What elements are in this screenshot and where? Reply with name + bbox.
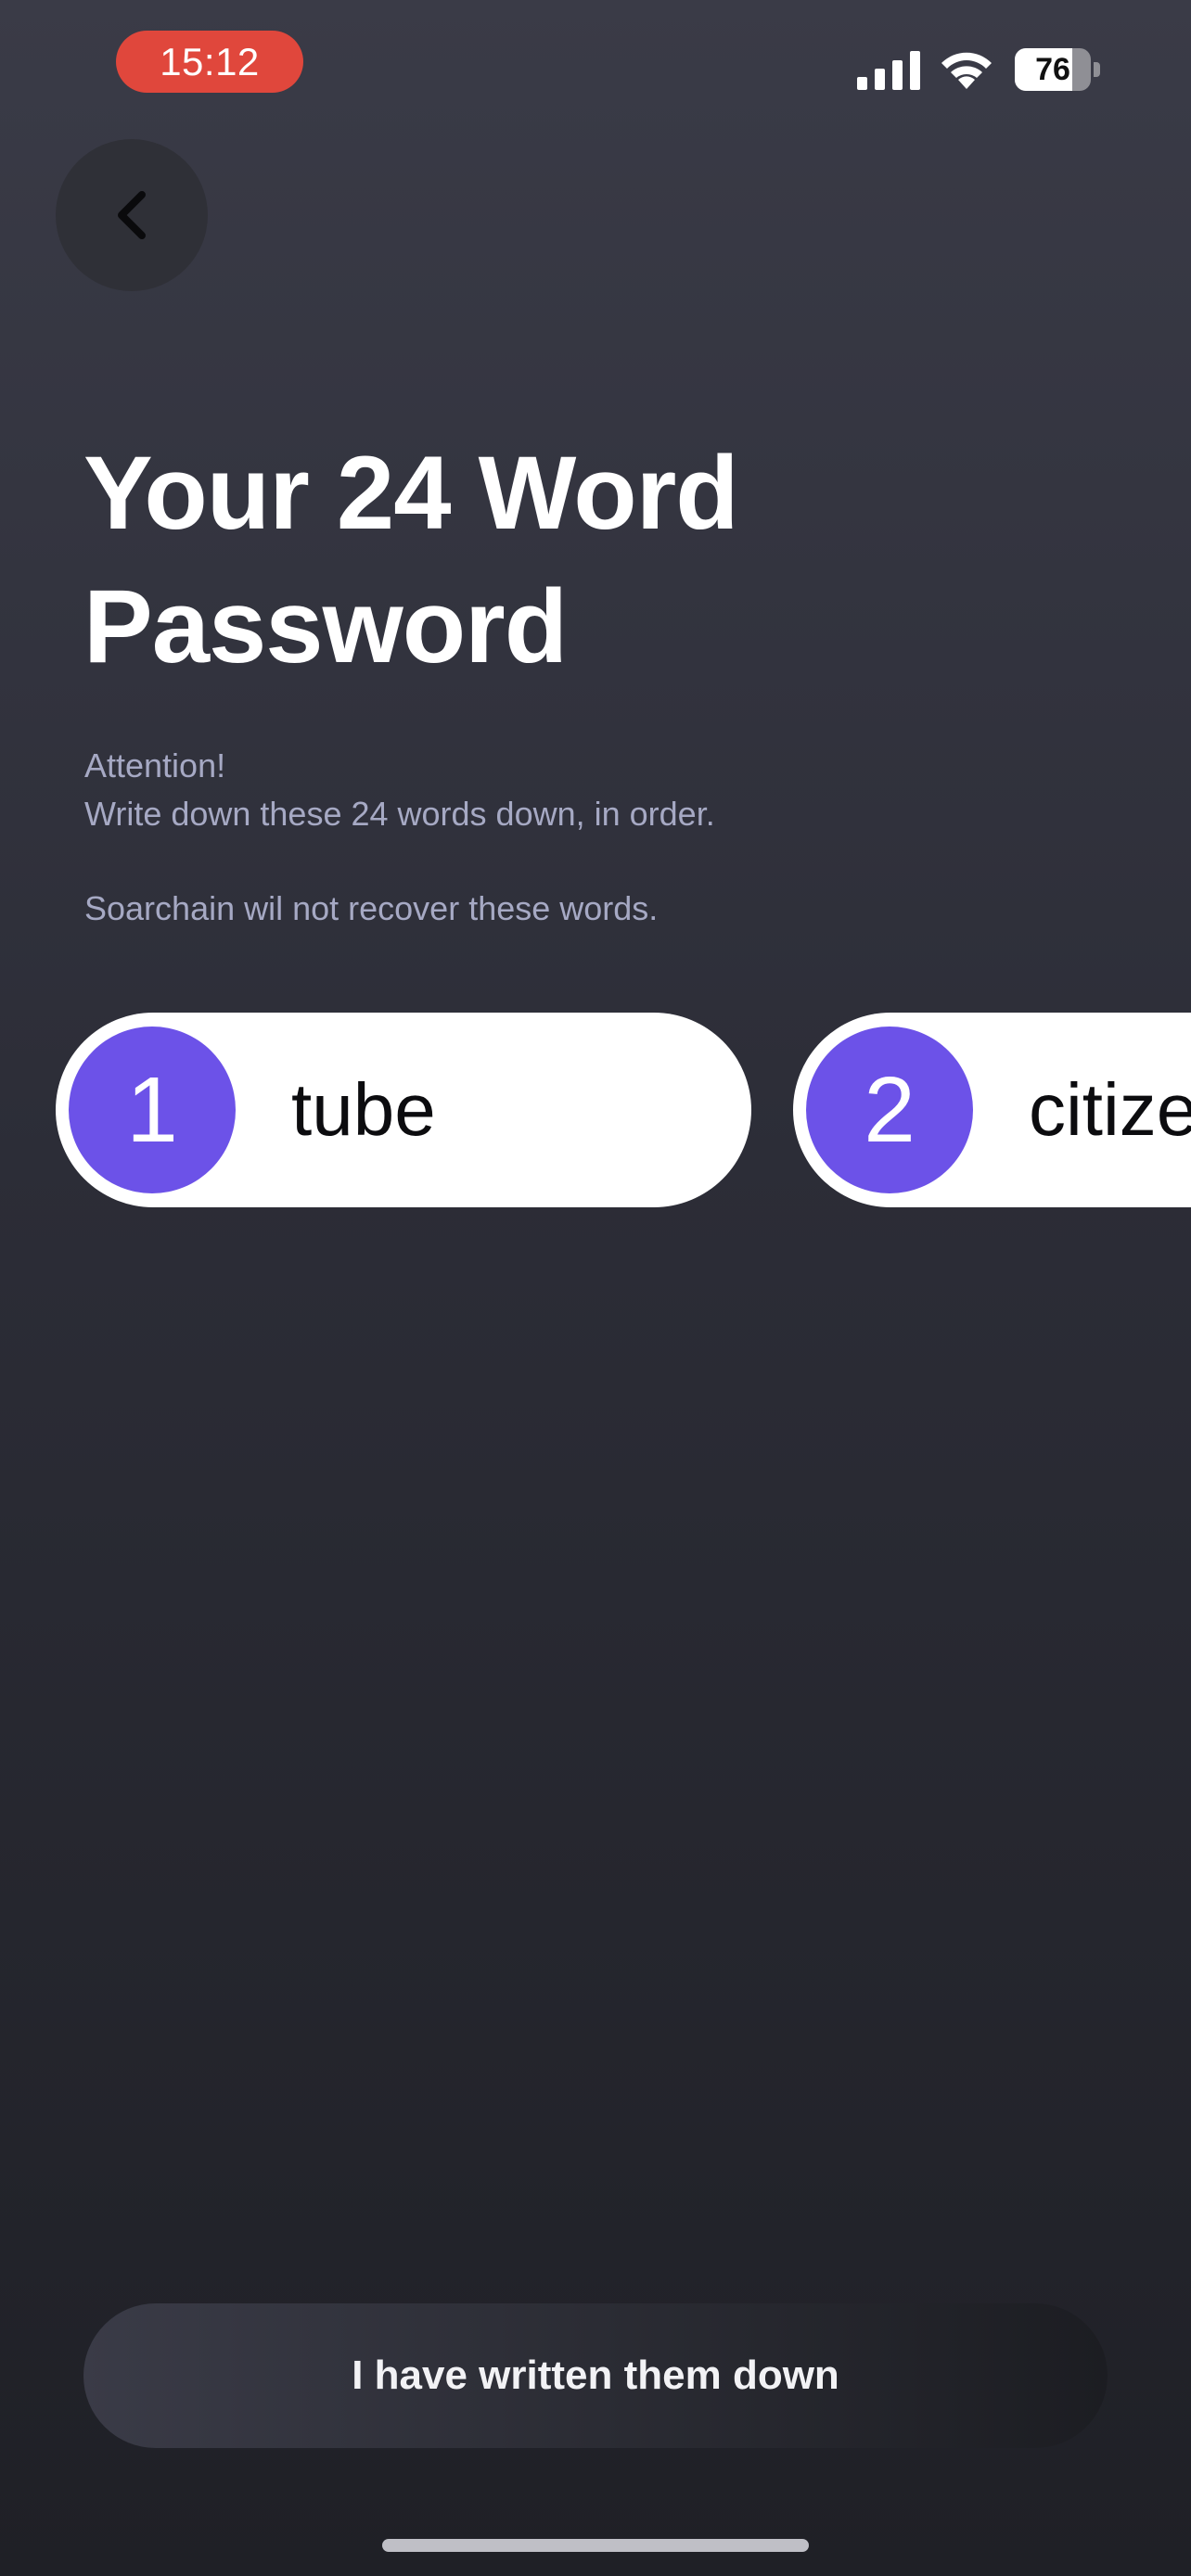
instruction-text: Write down these 24 words down, in order… [84, 795, 715, 833]
page-title: Your 24 Word Password [83, 427, 1104, 694]
attention-label: Attention! [84, 746, 226, 784]
confirm-written-button[interactable]: I have written them down [83, 2303, 1108, 2448]
word-card-2: 2 citize [793, 1013, 1191, 1207]
status-bar: 15:12 76 [0, 0, 1191, 130]
word-text: tube [291, 1068, 436, 1151]
battery-cap [1094, 62, 1100, 77]
chevron-left-icon [118, 191, 146, 239]
page-title-line-1: Your 24 Word [83, 435, 739, 551]
home-indicator [382, 2539, 809, 2552]
battery-indicator: 76 [1015, 48, 1100, 91]
status-time: 15:12 [116, 31, 303, 93]
cellular-signal-icon [857, 51, 920, 90]
battery-body: 76 [1015, 48, 1091, 91]
word-card-1: 1 tube [56, 1013, 751, 1207]
word-text: citize [1029, 1068, 1191, 1151]
recovery-note: Soarchain wil not recover these words. [84, 889, 659, 927]
word-number-badge: 1 [69, 1027, 236, 1193]
word-number-badge: 2 [806, 1027, 973, 1193]
battery-level: 76 [1035, 51, 1070, 87]
wifi-icon [941, 52, 992, 89]
back-button[interactable] [56, 139, 208, 291]
word-carousel[interactable]: 1 tube 2 citize [0, 1011, 1191, 1215]
page-title-line-2: Password [83, 568, 568, 684]
instructions: Attention! Write down these 24 words dow… [84, 742, 1105, 933]
